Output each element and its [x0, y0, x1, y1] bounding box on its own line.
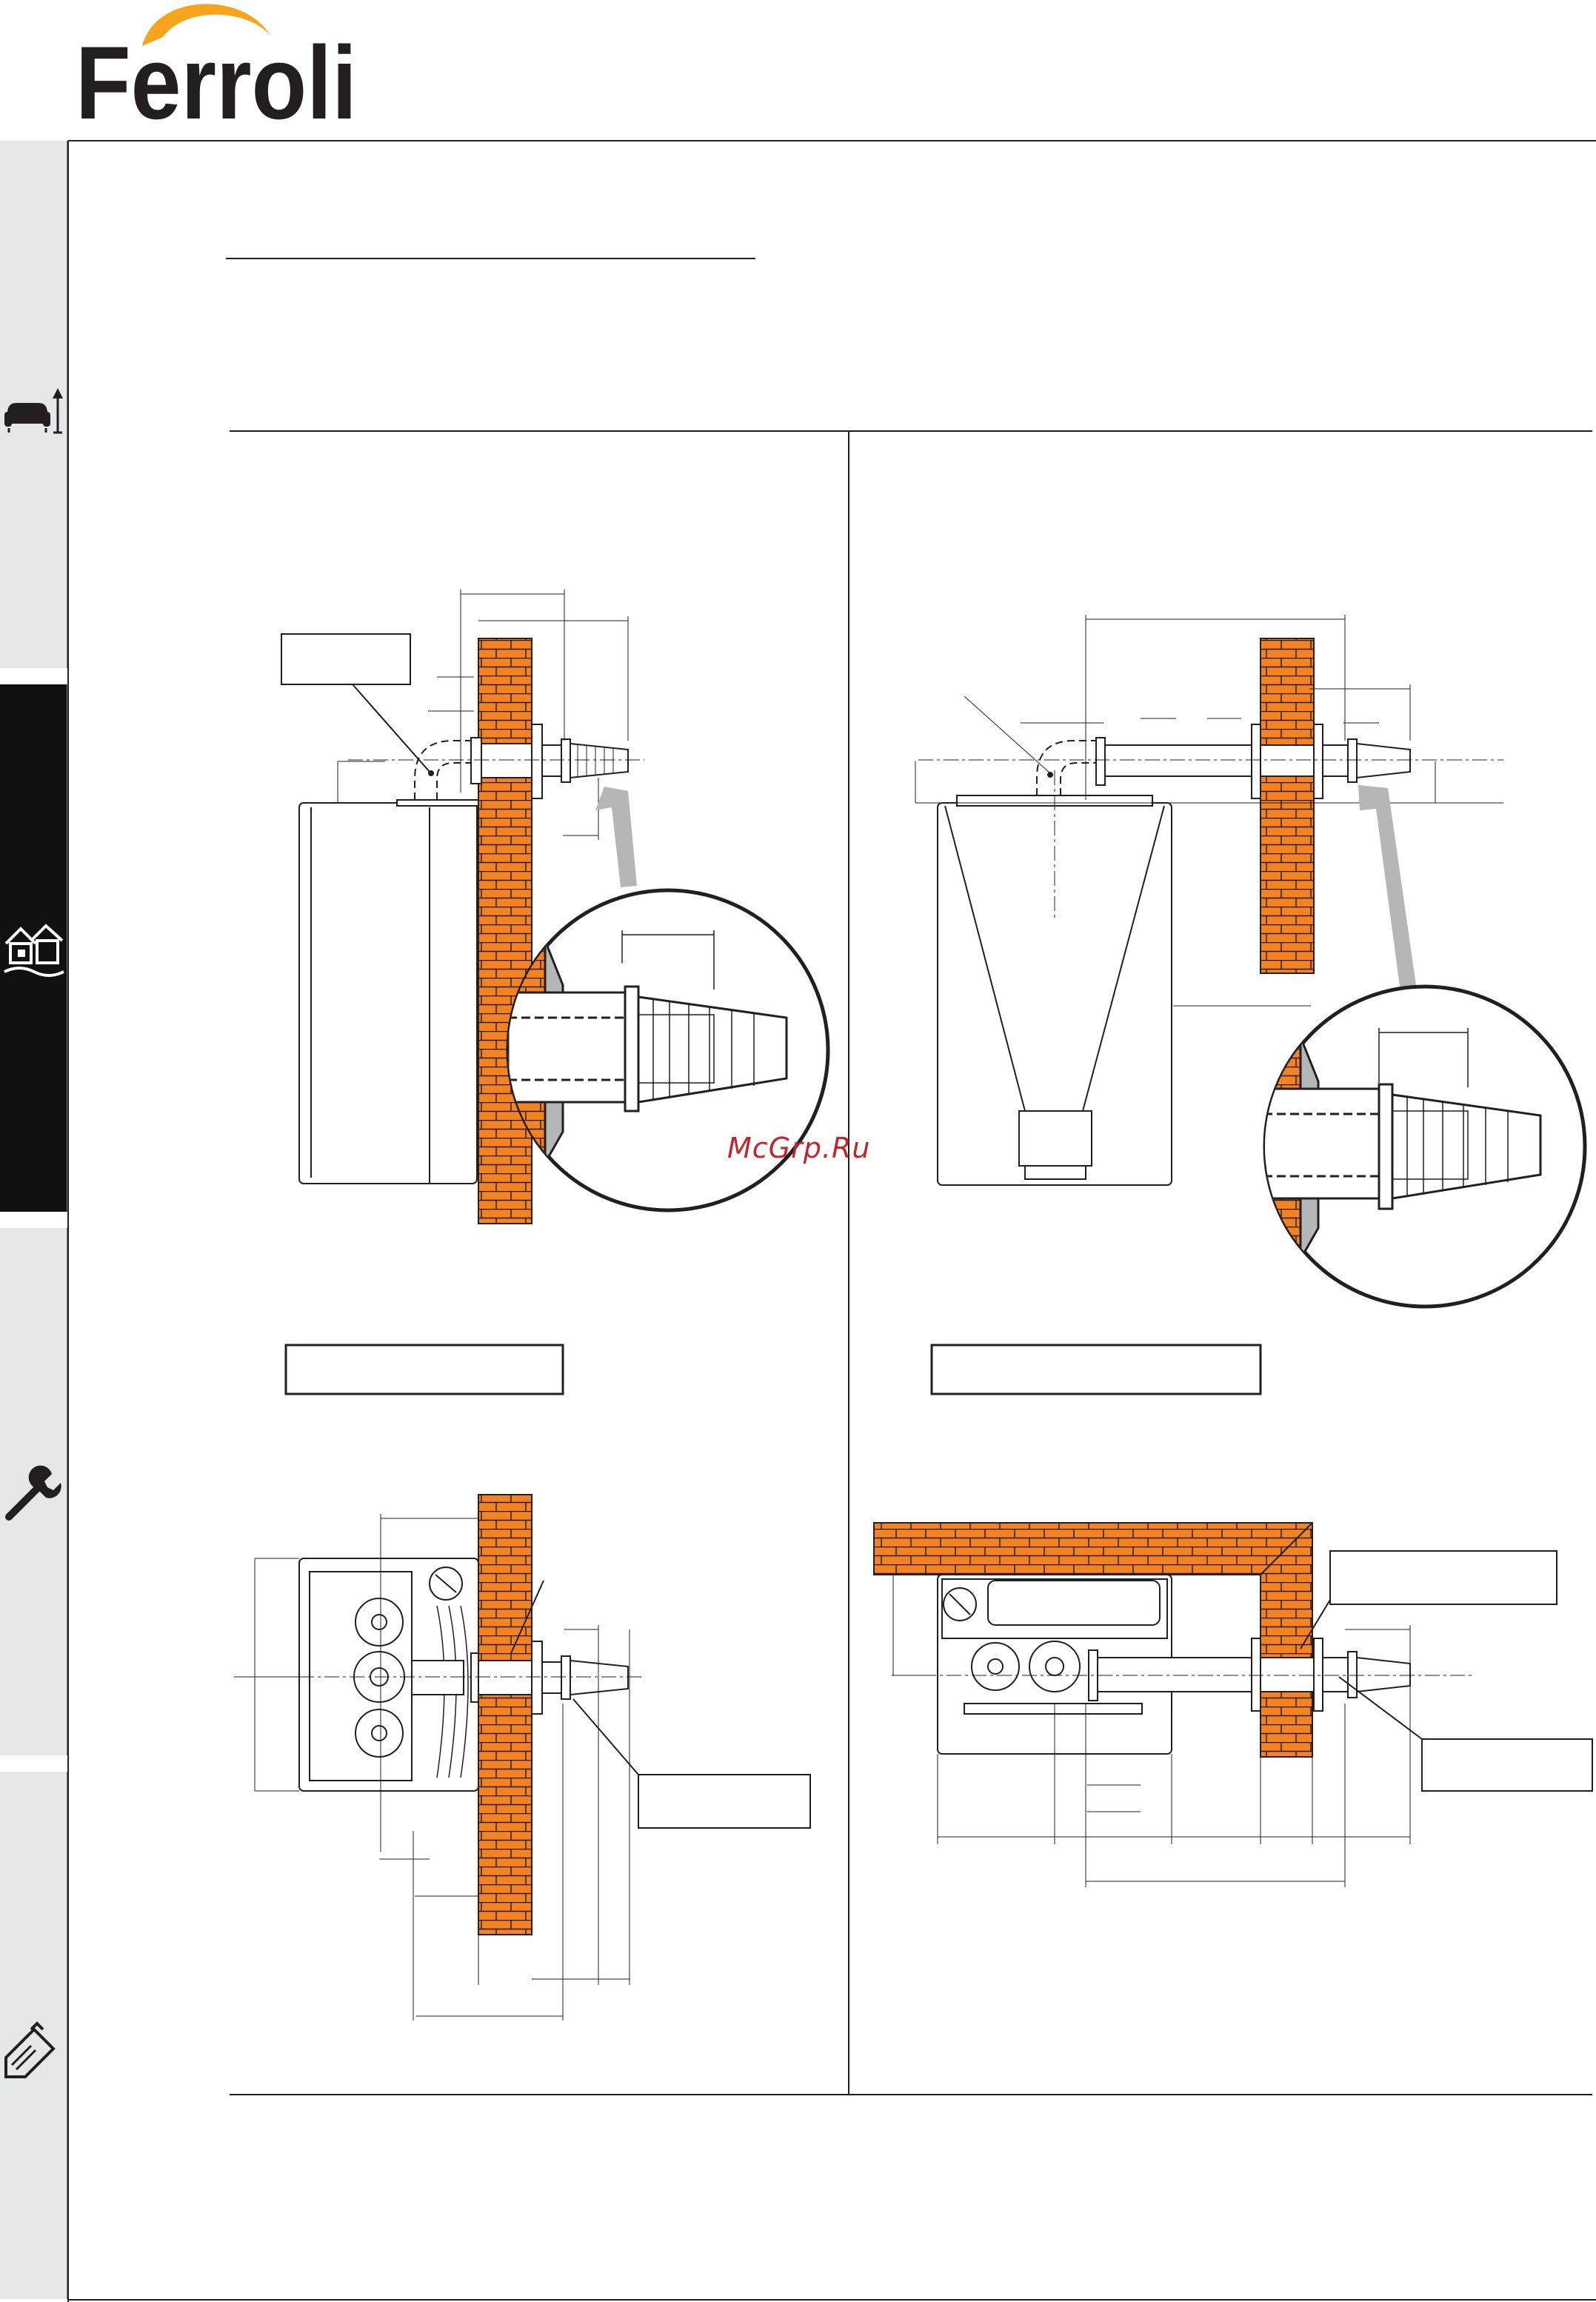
wall-section	[1260, 638, 1315, 974]
caption-box-left	[284, 1344, 564, 1395]
figure-plan-view-right	[873, 1522, 1593, 1887]
boiler-body	[937, 802, 1172, 1186]
boiler-body	[298, 1558, 479, 1792]
label-box-c	[638, 1774, 811, 1829]
boiler-body	[937, 1574, 1172, 1755]
tab-installer[interactable]	[0, 684, 67, 1212]
tab-data[interactable]	[0, 1772, 67, 2299]
boiler-body	[298, 802, 478, 1184]
figure-front-view-right	[915, 615, 1587, 1309]
detail-arrow-a	[595, 787, 637, 887]
wall-section	[478, 1494, 532, 1935]
tab-user[interactable]	[0, 141, 67, 668]
detail-arrow-b	[1358, 785, 1416, 987]
label-box-a	[281, 633, 411, 685]
house-installation-icon	[4, 924, 64, 977]
watermark: McGrp.Ru	[727, 1132, 871, 1164]
caption-box-right	[930, 1344, 1262, 1395]
label-box-d2	[1421, 1738, 1593, 1792]
figure-plan-view-left	[234, 1494, 811, 2021]
detail-circle-b	[1263, 984, 1587, 1309]
wrench-icon	[5, 1465, 61, 1521]
ferroli-logo: Ferroli	[76, 4, 357, 141]
sidebar	[0, 141, 68, 2302]
wall-section	[478, 638, 532, 1224]
clipboard-pencil-icon	[4, 2021, 56, 2078]
wall-section	[873, 1522, 1313, 1758]
logo-wordmark: Ferroli	[76, 24, 357, 141]
page-frame	[67, 140, 1596, 2302]
figure-side-view-left	[281, 590, 830, 1224]
label-box-d1	[1329, 1550, 1557, 1605]
armchair-lamp-icon	[4, 388, 63, 434]
tab-service[interactable]	[0, 1228, 67, 1755]
